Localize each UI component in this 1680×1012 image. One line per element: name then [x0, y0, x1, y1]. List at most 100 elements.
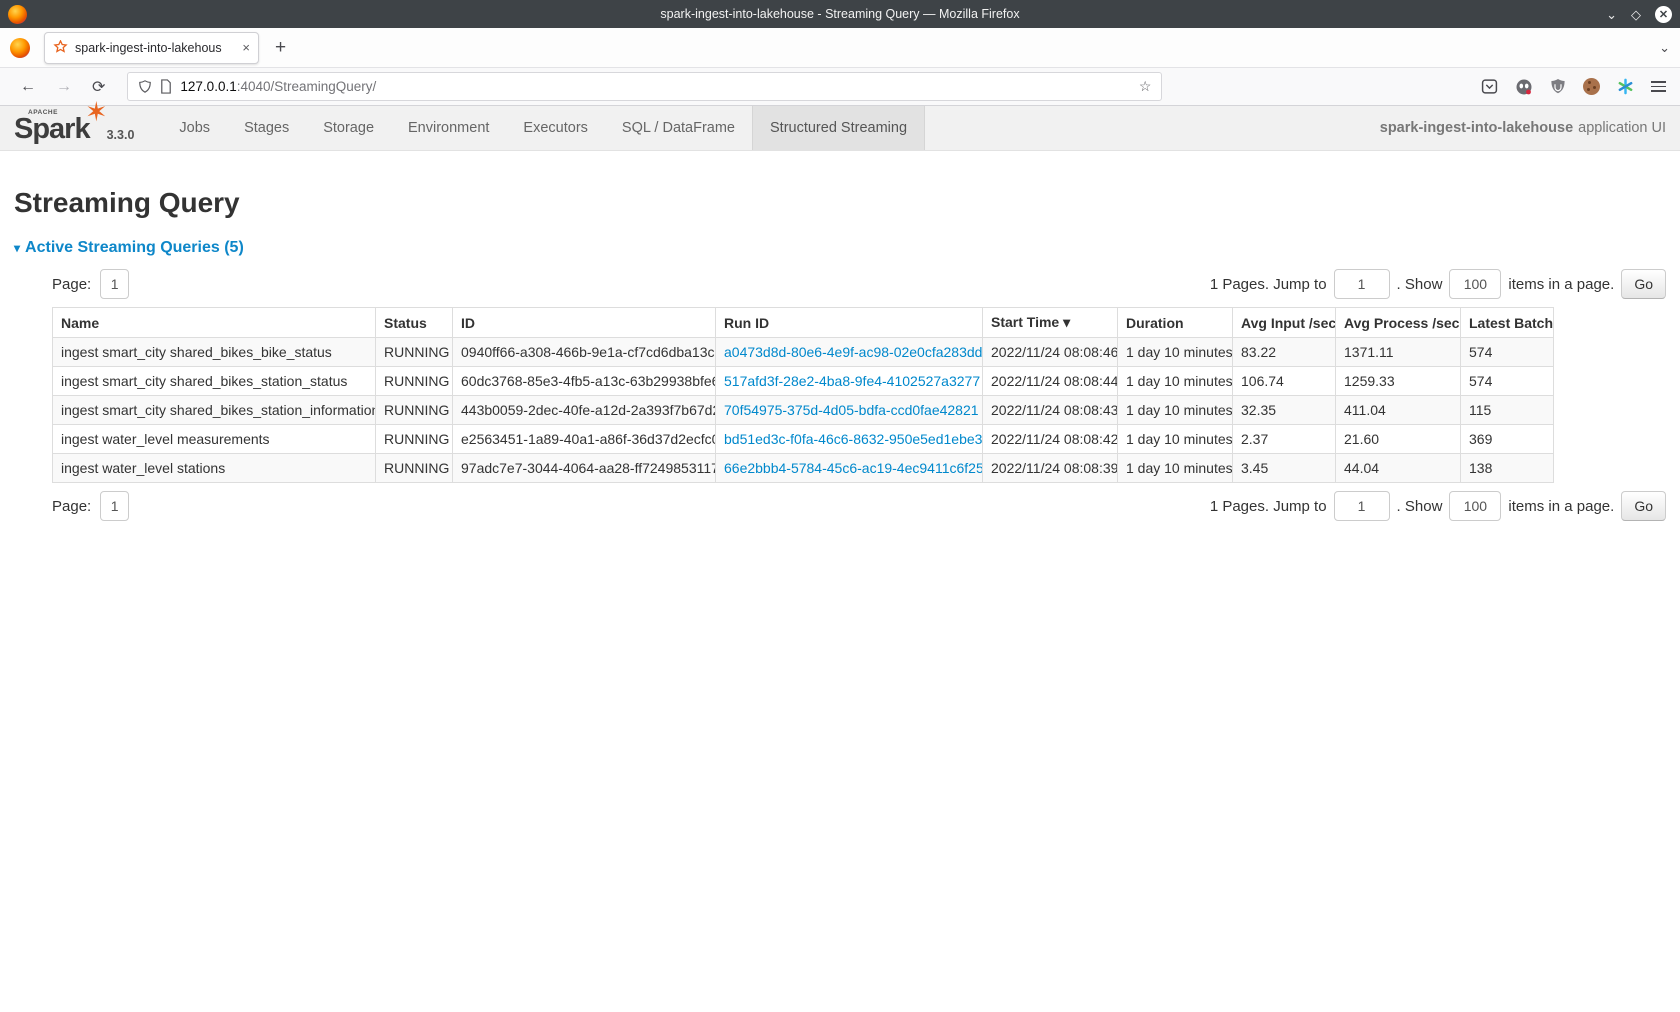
column-header[interactable]: Duration — [1118, 308, 1233, 338]
cell-avg-process: 1371.11 — [1336, 338, 1461, 367]
asterisk-extension-icon[interactable] — [1617, 78, 1634, 95]
column-header[interactable]: Name — [53, 308, 376, 338]
run-id-link[interactable]: a0473d8d-80e6-4e9f-ac98-02e0cfa283dd — [724, 344, 982, 360]
page-number-input[interactable] — [100, 269, 129, 299]
cell-start-time: 2022/11/24 08:08:46 — [983, 338, 1118, 367]
run-id-link[interactable]: bd51ed3c-f0fa-46c6-8632-950e5ed1ebe3 — [724, 431, 982, 447]
cell-latest-batch: 369 — [1461, 425, 1554, 454]
window-controls: ⌄ ◇ ✕ — [1606, 6, 1672, 23]
go-button[interactable]: Go — [1621, 269, 1666, 299]
cell-avg-process: 411.04 — [1336, 396, 1461, 425]
column-header[interactable]: Start Time ▾ — [983, 308, 1118, 338]
collapse-arrow-icon: ▾ — [14, 241, 20, 255]
active-queries-toggle[interactable]: ▾Active Streaming Queries (5) — [14, 239, 1666, 257]
cell-latest-batch: 138 — [1461, 454, 1554, 483]
cell-status: RUNNING — [376, 367, 453, 396]
cell-start-time: 2022/11/24 08:08:42 — [983, 425, 1118, 454]
page-info-icon[interactable] — [160, 79, 172, 94]
tab-close-icon[interactable]: × — [242, 40, 250, 55]
cell-id: 443b0059-2dec-40fe-a12d-2a393f7b67d2 — [453, 396, 716, 425]
jump-to-input[interactable] — [1334, 491, 1390, 521]
pagination-top: Page: 1 Pages. Jump to . Show items in a… — [52, 261, 1666, 307]
cell-name: ingest water_level stations — [53, 454, 376, 483]
cell-id: 0940ff66-a308-466b-9e1a-cf7cd6dba13c — [453, 338, 716, 367]
cell-start-time: 2022/11/24 08:08:39 — [983, 454, 1118, 483]
bookmark-star-icon[interactable]: ☆ — [1139, 78, 1152, 95]
cell-start-time: 2022/11/24 08:08:43 — [983, 396, 1118, 425]
pocket-icon[interactable] — [1481, 78, 1498, 95]
page-label: Page: — [52, 276, 91, 293]
run-id-link[interactable]: 517afd3f-28e2-4ba8-9fe4-4102527a3277 — [724, 373, 980, 389]
column-header[interactable]: Run ID — [716, 308, 983, 338]
page-selector: Page: — [52, 491, 129, 521]
application-suffix: application UI — [1578, 120, 1666, 136]
browser-tab[interactable]: spark-ingest-into-lakehous × — [44, 32, 259, 64]
pagination-controls: 1 Pages. Jump to . Show items in a page.… — [1210, 491, 1666, 521]
window-maximize-icon[interactable]: ◇ — [1631, 8, 1641, 21]
nav-tab-storage[interactable]: Storage — [306, 106, 391, 150]
cell-id: 60dc3768-85e3-4fb5-a13c-63b29938bfe6 — [453, 367, 716, 396]
items-per-page-input[interactable] — [1449, 269, 1501, 299]
forward-button[interactable]: → — [46, 78, 82, 96]
go-button[interactable]: Go — [1621, 491, 1666, 521]
cell-run-id: bd51ed3c-f0fa-46c6-8632-950e5ed1ebe3 — [716, 425, 983, 454]
nav-tab-stages[interactable]: Stages — [227, 106, 306, 150]
window-close-icon[interactable]: ✕ — [1655, 6, 1672, 23]
column-header[interactable]: Avg Process /sec — [1336, 308, 1461, 338]
window-minimize-icon[interactable]: ⌄ — [1606, 8, 1617, 21]
table-zone: Page: 1 Pages. Jump to . Show items in a… — [52, 261, 1666, 529]
page-label: Page: — [52, 498, 91, 515]
streaming-queries-table: NameStatusIDRun IDStart Time ▾DurationAv… — [52, 307, 1554, 483]
apache-label: APACHE — [28, 110, 58, 117]
page-number-input[interactable] — [100, 491, 129, 521]
nav-tab-executors[interactable]: Executors — [506, 106, 604, 150]
cell-latest-batch: 115 — [1461, 396, 1554, 425]
menu-icon[interactable] — [1651, 81, 1666, 92]
privacy-mask-icon[interactable] — [1515, 78, 1533, 96]
cell-avg-input: 83.22 — [1233, 338, 1336, 367]
url-bar[interactable]: 127.0.0.1:4040/StreamingQuery/ ☆ — [127, 72, 1162, 101]
cookie-extension-icon[interactable] — [1583, 78, 1600, 95]
cell-status: RUNNING — [376, 338, 453, 367]
nav-tab-environment[interactable]: Environment — [391, 106, 506, 150]
page-content: Streaming Query ▾Active Streaming Querie… — [0, 151, 1680, 529]
column-header[interactable]: ID — [453, 308, 716, 338]
pages-summary: 1 Pages. Jump to — [1210, 498, 1327, 515]
nav-tab-jobs[interactable]: Jobs — [162, 106, 227, 150]
nav-tab-structured-streaming[interactable]: Structured Streaming — [752, 106, 925, 150]
column-header[interactable]: Avg Input /sec — [1233, 308, 1336, 338]
cell-run-id: 70f54975-375d-4d05-bdfa-ccd0fae42821 — [716, 396, 983, 425]
cell-avg-input: 106.74 — [1233, 367, 1336, 396]
new-tab-button[interactable]: + — [275, 37, 286, 59]
page-title: Streaming Query — [14, 187, 1666, 219]
ublock-shield-icon[interactable] — [1550, 78, 1566, 95]
cell-start-time: 2022/11/24 08:08:44 — [983, 367, 1118, 396]
run-id-link[interactable]: 66e2bbb4-5784-45c6-ac19-4ec9411c6f25 — [724, 460, 983, 476]
cell-run-id: 66e2bbb4-5784-45c6-ac19-4ec9411c6f25 — [716, 454, 983, 483]
cell-run-id: 517afd3f-28e2-4ba8-9fe4-4102527a3277 — [716, 367, 983, 396]
cell-status: RUNNING — [376, 454, 453, 483]
spark-logo[interactable]: APACHE Spark ✶ 3.3.0 — [0, 106, 144, 150]
jump-to-input[interactable] — [1334, 269, 1390, 299]
browser-toolbar: ← → ⟳ 127.0.0.1:4040/StreamingQuery/ ☆ — [0, 68, 1680, 106]
nav-tab-sql-dataframe[interactable]: SQL / DataFrame — [605, 106, 752, 150]
list-tabs-chevron-icon[interactable]: ⌄ — [1659, 40, 1670, 56]
cell-status: RUNNING — [376, 425, 453, 454]
cell-avg-process: 21.60 — [1336, 425, 1461, 454]
items-per-page-input[interactable] — [1449, 491, 1501, 521]
reload-button[interactable]: ⟳ — [82, 77, 115, 97]
table-header-row: NameStatusIDRun IDStart Time ▾DurationAv… — [53, 308, 1554, 338]
url-text: 127.0.0.1:4040/StreamingQuery/ — [180, 79, 1130, 94]
back-button[interactable]: ← — [10, 78, 46, 96]
spark-favicon-icon — [53, 40, 68, 55]
spark-version: 3.3.0 — [107, 128, 135, 144]
browser-tab-bar: spark-ingest-into-lakehous × + ⌄ — [0, 28, 1680, 68]
column-header[interactable]: Status — [376, 308, 453, 338]
url-path: :4040/StreamingQuery/ — [237, 79, 377, 94]
spark-wordmark: APACHE Spark ✶ — [14, 115, 90, 144]
run-id-link[interactable]: 70f54975-375d-4d05-bdfa-ccd0fae42821 — [724, 402, 979, 418]
cell-duration: 1 day 10 minutes — [1118, 454, 1233, 483]
cell-duration: 1 day 10 minutes — [1118, 367, 1233, 396]
shield-permissions-icon[interactable] — [138, 79, 152, 94]
column-header[interactable]: Latest Batch — [1461, 308, 1554, 338]
